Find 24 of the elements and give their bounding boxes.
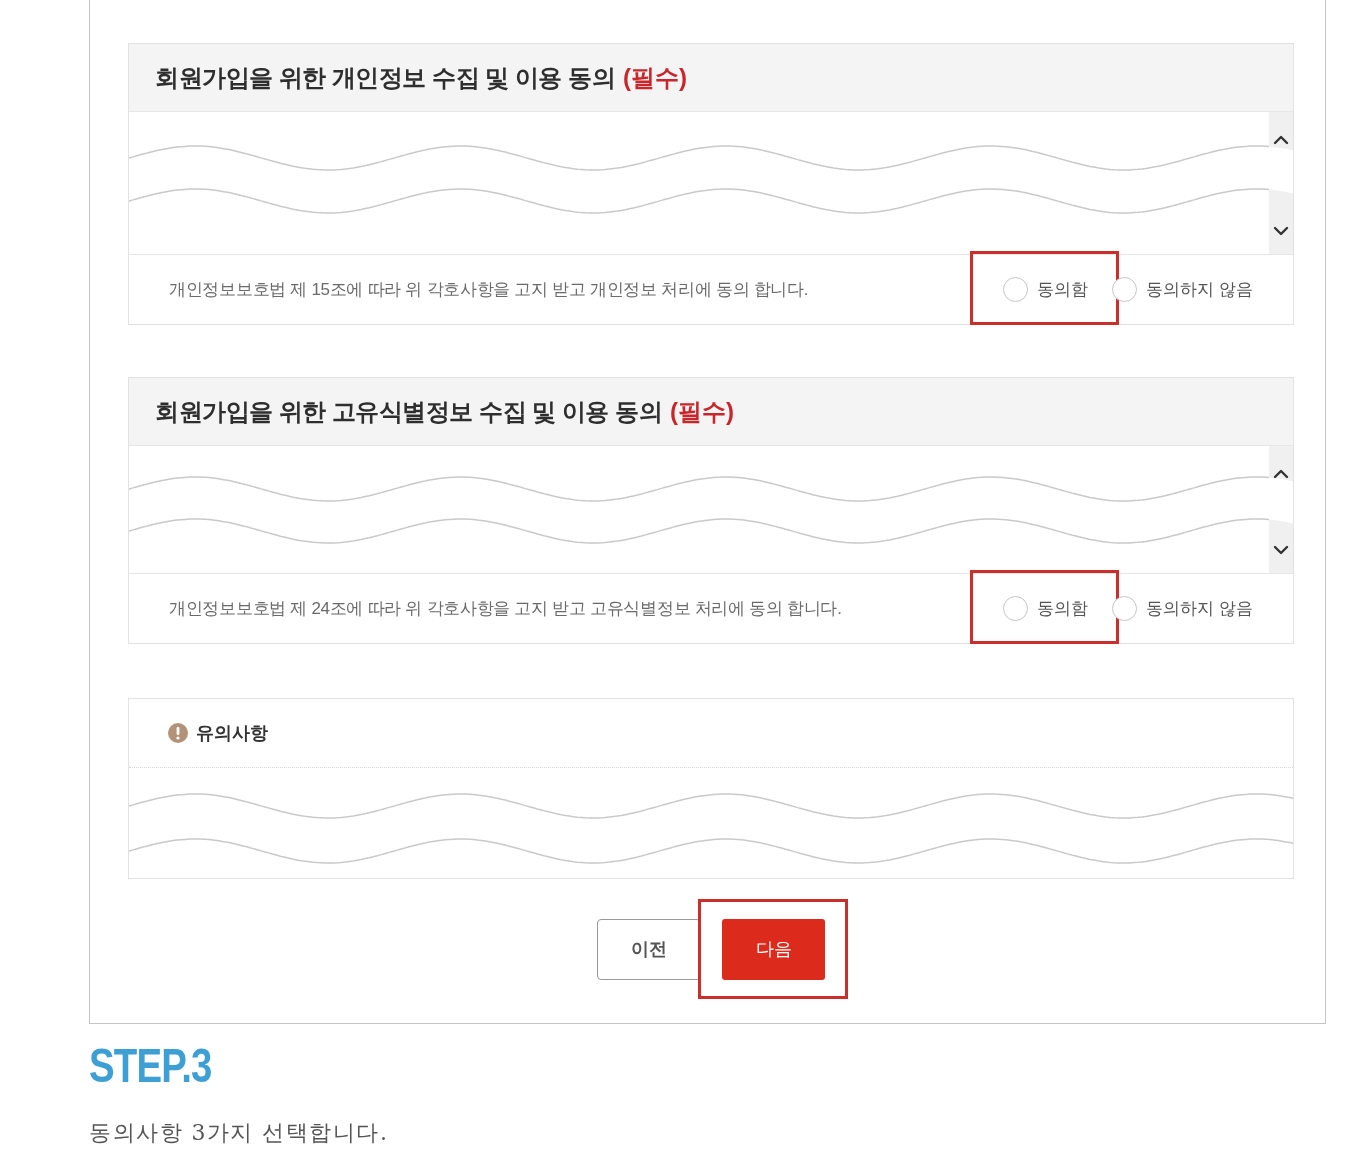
- next-button[interactable]: 다음: [722, 919, 825, 980]
- chevron-down-icon[interactable]: [1273, 545, 1289, 555]
- radio-button[interactable]: [1112, 277, 1138, 302]
- radio-button[interactable]: [1112, 596, 1138, 621]
- radio-option[interactable]: 동의함: [1003, 595, 1089, 622]
- consent-statement: 개인정보보호법 제 15조에 따라 위 각호사항을 고지 받고 개인정보 처리에 동의 합니다.: [169, 278, 810, 301]
- consent-statement: 개인정보보호법 제 24조에 따라 위 각호사항을 고지 받고 고유식별정보 처리에 동의 합니다.: [169, 597, 843, 620]
- section-title: 회원가입을 위한 개인정보 수집 및 이용 동의: [155, 62, 615, 93]
- required-label: (필수): [670, 396, 734, 427]
- step-heading: STEP.3: [89, 1042, 212, 1090]
- radio-option[interactable]: 동의함: [1003, 276, 1089, 303]
- radio-option[interactable]: 동의하지 않음: [1112, 276, 1253, 303]
- radio-button[interactable]: [1003, 596, 1029, 621]
- notice-title: 유의사항: [196, 721, 268, 745]
- chevron-up-icon[interactable]: [1273, 469, 1289, 479]
- section-title: 회원가입을 위한 고유식별정보 수집 및 이용 동의: [155, 396, 662, 427]
- warning-icon: [168, 723, 188, 743]
- radio-button[interactable]: [1003, 277, 1029, 302]
- chevron-down-icon[interactable]: [1273, 226, 1289, 236]
- back-button[interactable]: 이전: [597, 919, 701, 980]
- required-label: (필수): [623, 62, 687, 93]
- radio-option[interactable]: 동의하지 않음: [1112, 595, 1253, 622]
- chevron-up-icon[interactable]: [1273, 135, 1289, 145]
- step-description: 동의사항 3가지 선택합니다.: [89, 1119, 389, 1147]
